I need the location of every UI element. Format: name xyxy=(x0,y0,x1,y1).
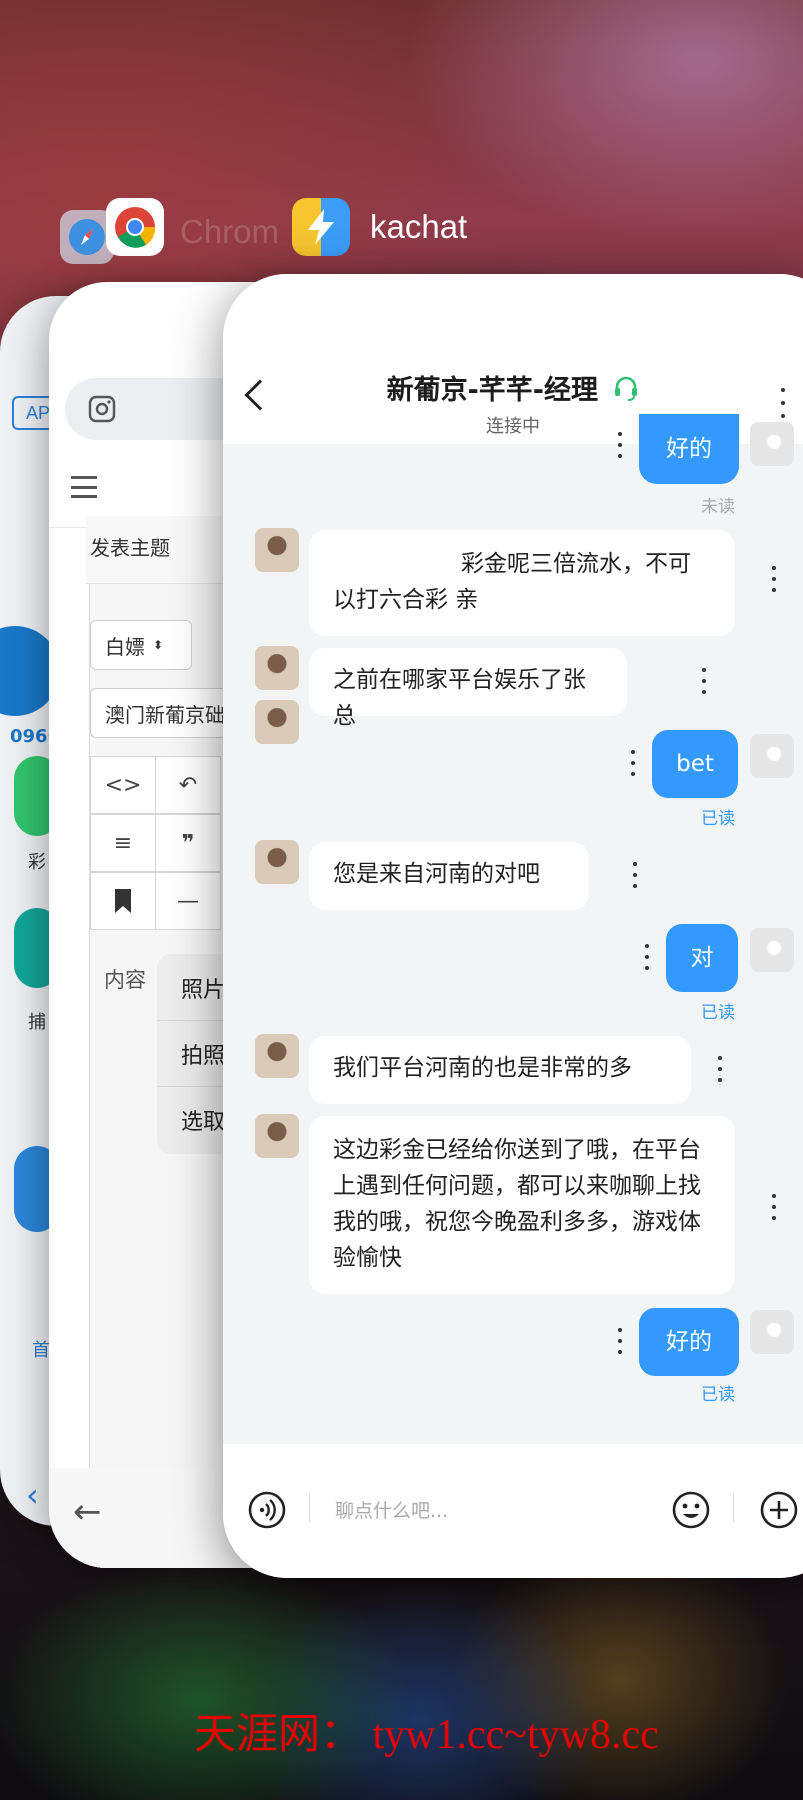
message-menu-icon[interactable] xyxy=(766,566,782,592)
agent-avatar[interactable] xyxy=(255,840,299,884)
bookmark-button[interactable] xyxy=(90,872,156,930)
code-view-button[interactable]: <> xyxy=(90,756,156,814)
title-input-value: 澳门新葡京础 xyxy=(105,702,225,727)
category-select-value: 白嫖 xyxy=(105,634,145,659)
chrome-app-label: Chrom xyxy=(180,213,280,250)
undo-button[interactable]: ↶ xyxy=(155,756,221,814)
message-bubble-agent[interactable]: 彩金呢三倍流水，不可以打六合彩 亲 xyxy=(309,530,735,636)
chat-title-row: 新葡京-芊芊-经理 xyxy=(223,368,803,407)
my-avatar xyxy=(750,1310,794,1354)
menu-item-photos[interactable]: 照片 xyxy=(181,972,225,1004)
message-bubble-me[interactable]: bet xyxy=(652,730,738,798)
agent-avatar[interactable] xyxy=(255,528,299,572)
my-avatar xyxy=(750,928,794,972)
app-label-kachat[interactable]: kachat xyxy=(292,198,467,256)
input-divider xyxy=(309,1492,310,1522)
chat-title: 新葡京-芊芊-经理 xyxy=(386,375,598,406)
horizontal-rule-button[interactable]: — xyxy=(155,872,221,930)
my-avatar xyxy=(750,734,794,778)
message-menu-icon[interactable] xyxy=(625,750,641,776)
lens-icon[interactable] xyxy=(87,394,117,424)
chrome-icon[interactable] xyxy=(106,198,164,256)
agent-avatar[interactable] xyxy=(255,700,299,744)
home-tab-label[interactable]: 首 xyxy=(32,1336,50,1362)
emoji-icon[interactable] xyxy=(671,1490,711,1530)
agent-avatar[interactable] xyxy=(255,1034,299,1078)
headset-icon xyxy=(615,376,638,401)
app-label-safari-chrome[interactable]: Chrom xyxy=(60,198,280,264)
back-arrow-icon[interactable]: ← xyxy=(73,1492,102,1532)
voice-icon[interactable] xyxy=(247,1490,287,1530)
tile-label-1: 彩 xyxy=(28,852,46,873)
message-menu-icon[interactable] xyxy=(712,1056,728,1082)
message-menu-icon[interactable] xyxy=(612,432,628,458)
content-label: 内容 xyxy=(104,968,146,992)
message-menu-icon[interactable] xyxy=(766,1194,782,1220)
more-options-icon[interactable] xyxy=(775,388,791,418)
kachat-icon[interactable] xyxy=(292,198,350,256)
read-status: 已读 xyxy=(701,809,735,829)
my-avatar xyxy=(750,422,794,466)
message-bubble-me[interactable]: 好的 xyxy=(639,1308,739,1376)
message-menu-icon[interactable] xyxy=(696,668,712,694)
select-arrow-icon: ⬍ xyxy=(153,638,164,652)
agent-avatar[interactable] xyxy=(255,646,299,690)
kachat-app-label: kachat xyxy=(370,208,468,245)
read-status: 未读 xyxy=(701,497,735,517)
message-bubble-agent[interactable]: 这边彩金已经给你送到了哦，在平台上遇到任何问题，都可以来咖聊上找我的哦，祝您今晚… xyxy=(309,1116,735,1294)
message-bubble-me[interactable]: 对 xyxy=(666,924,738,992)
message-bubble-agent[interactable]: 您是来自河南的对吧 xyxy=(309,842,589,910)
align-left-button[interactable]: ≡ xyxy=(90,814,156,872)
agent-avatar[interactable] xyxy=(255,1114,299,1158)
message-bubble-agent[interactable]: 我们平台河南的也是非常的多 xyxy=(309,1036,691,1104)
menu-icon[interactable] xyxy=(71,476,97,498)
message-menu-icon[interactable] xyxy=(627,862,643,888)
message-list[interactable]: 好的 未读 彩金呢三倍流水，不可以打六合彩 亲 之前在哪家平台娱乐了张总 bet… xyxy=(223,414,803,1444)
message-menu-icon[interactable] xyxy=(612,1328,628,1354)
back-icon[interactable]: ‹ xyxy=(26,1476,39,1514)
plus-icon[interactable] xyxy=(759,1490,799,1530)
watermark-text: 天涯网： tyw1.cc~tyw8.cc xyxy=(194,1712,659,1758)
message-menu-icon[interactable] xyxy=(639,944,655,970)
message-input-bar: 聊点什么吧... xyxy=(223,1444,803,1578)
read-status: 已读 xyxy=(701,1385,735,1405)
message-input[interactable]: 聊点什么吧... xyxy=(335,1496,448,1523)
read-status: 已读 xyxy=(701,1003,735,1023)
input-divider xyxy=(733,1492,734,1522)
menu-item-choose-file[interactable]: 选取 xyxy=(181,1104,225,1136)
tile-label-2: 捕 xyxy=(28,1012,46,1033)
menu-item-take-photo[interactable]: 拍照 xyxy=(181,1038,225,1070)
message-bubble-agent[interactable]: 之前在哪家平台娱乐了张总 xyxy=(309,648,627,729)
message-bubble-me[interactable]: 好的 xyxy=(639,414,739,484)
app-card-kachat[interactable]: 新葡京-芊芊-经理 连接中 好的 未读 彩金呢三倍流水，不可以打六合彩 亲 之前… xyxy=(223,274,803,1578)
quote-button[interactable]: ❞ xyxy=(155,814,221,872)
category-select[interactable]: 白嫖 ⬍ xyxy=(90,620,192,670)
